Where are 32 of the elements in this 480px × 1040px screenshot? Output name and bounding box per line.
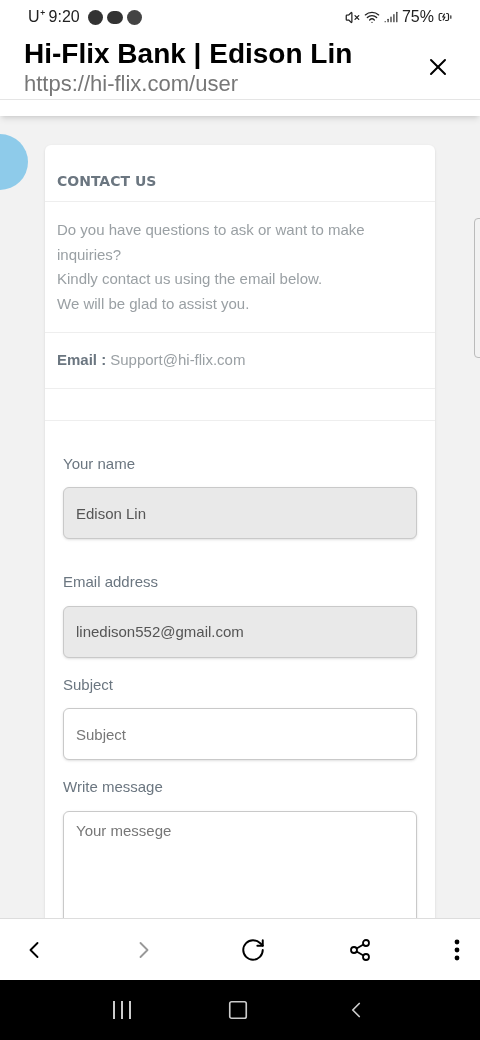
notification-icon [87,9,103,25]
mute-icon [344,9,360,25]
field-label: Write message [63,777,164,797]
intro-text: Kindly contact us using the email below. [57,269,324,289]
signal-icon [383,10,398,24]
page-title: Hi-Flix Bank | Edison Lin [24,36,353,71]
intro-text: We will be glad to assist you. [57,293,251,314]
field-label: Your name [63,453,136,474]
recent-apps-icon[interactable] [111,1000,133,1020]
page-url: https://hi-flix.com/user [24,70,239,97]
input-field[interactable]: Subject [63,708,417,760]
clock-time: 9:20 [48,7,80,27]
notification-icon [126,9,142,25]
card-title: CONTACT US [57,173,157,189]
more-icon [454,938,460,961]
home-icon[interactable] [227,999,249,1021]
reload-icon [240,936,266,963]
field-label: Email address [63,572,160,592]
email-label: Email : [57,350,107,370]
battery-level: 75% [401,7,434,27]
carrier-label: U⁺ [28,7,45,27]
share-button[interactable] [348,937,372,962]
more-button[interactable] [454,938,460,961]
support-email: Support@hi-flix.com [110,350,246,370]
wifi-icon [363,9,380,25]
message-field[interactable]: Your messege [63,810,417,918]
notification-icon [106,10,123,24]
battery-icon [438,10,452,24]
share-icon [348,937,372,962]
intro-text: Do you have questions to ask or want to make inquiries? [57,220,366,265]
reload-button[interactable] [240,936,266,963]
field-label: Subject [63,674,115,695]
